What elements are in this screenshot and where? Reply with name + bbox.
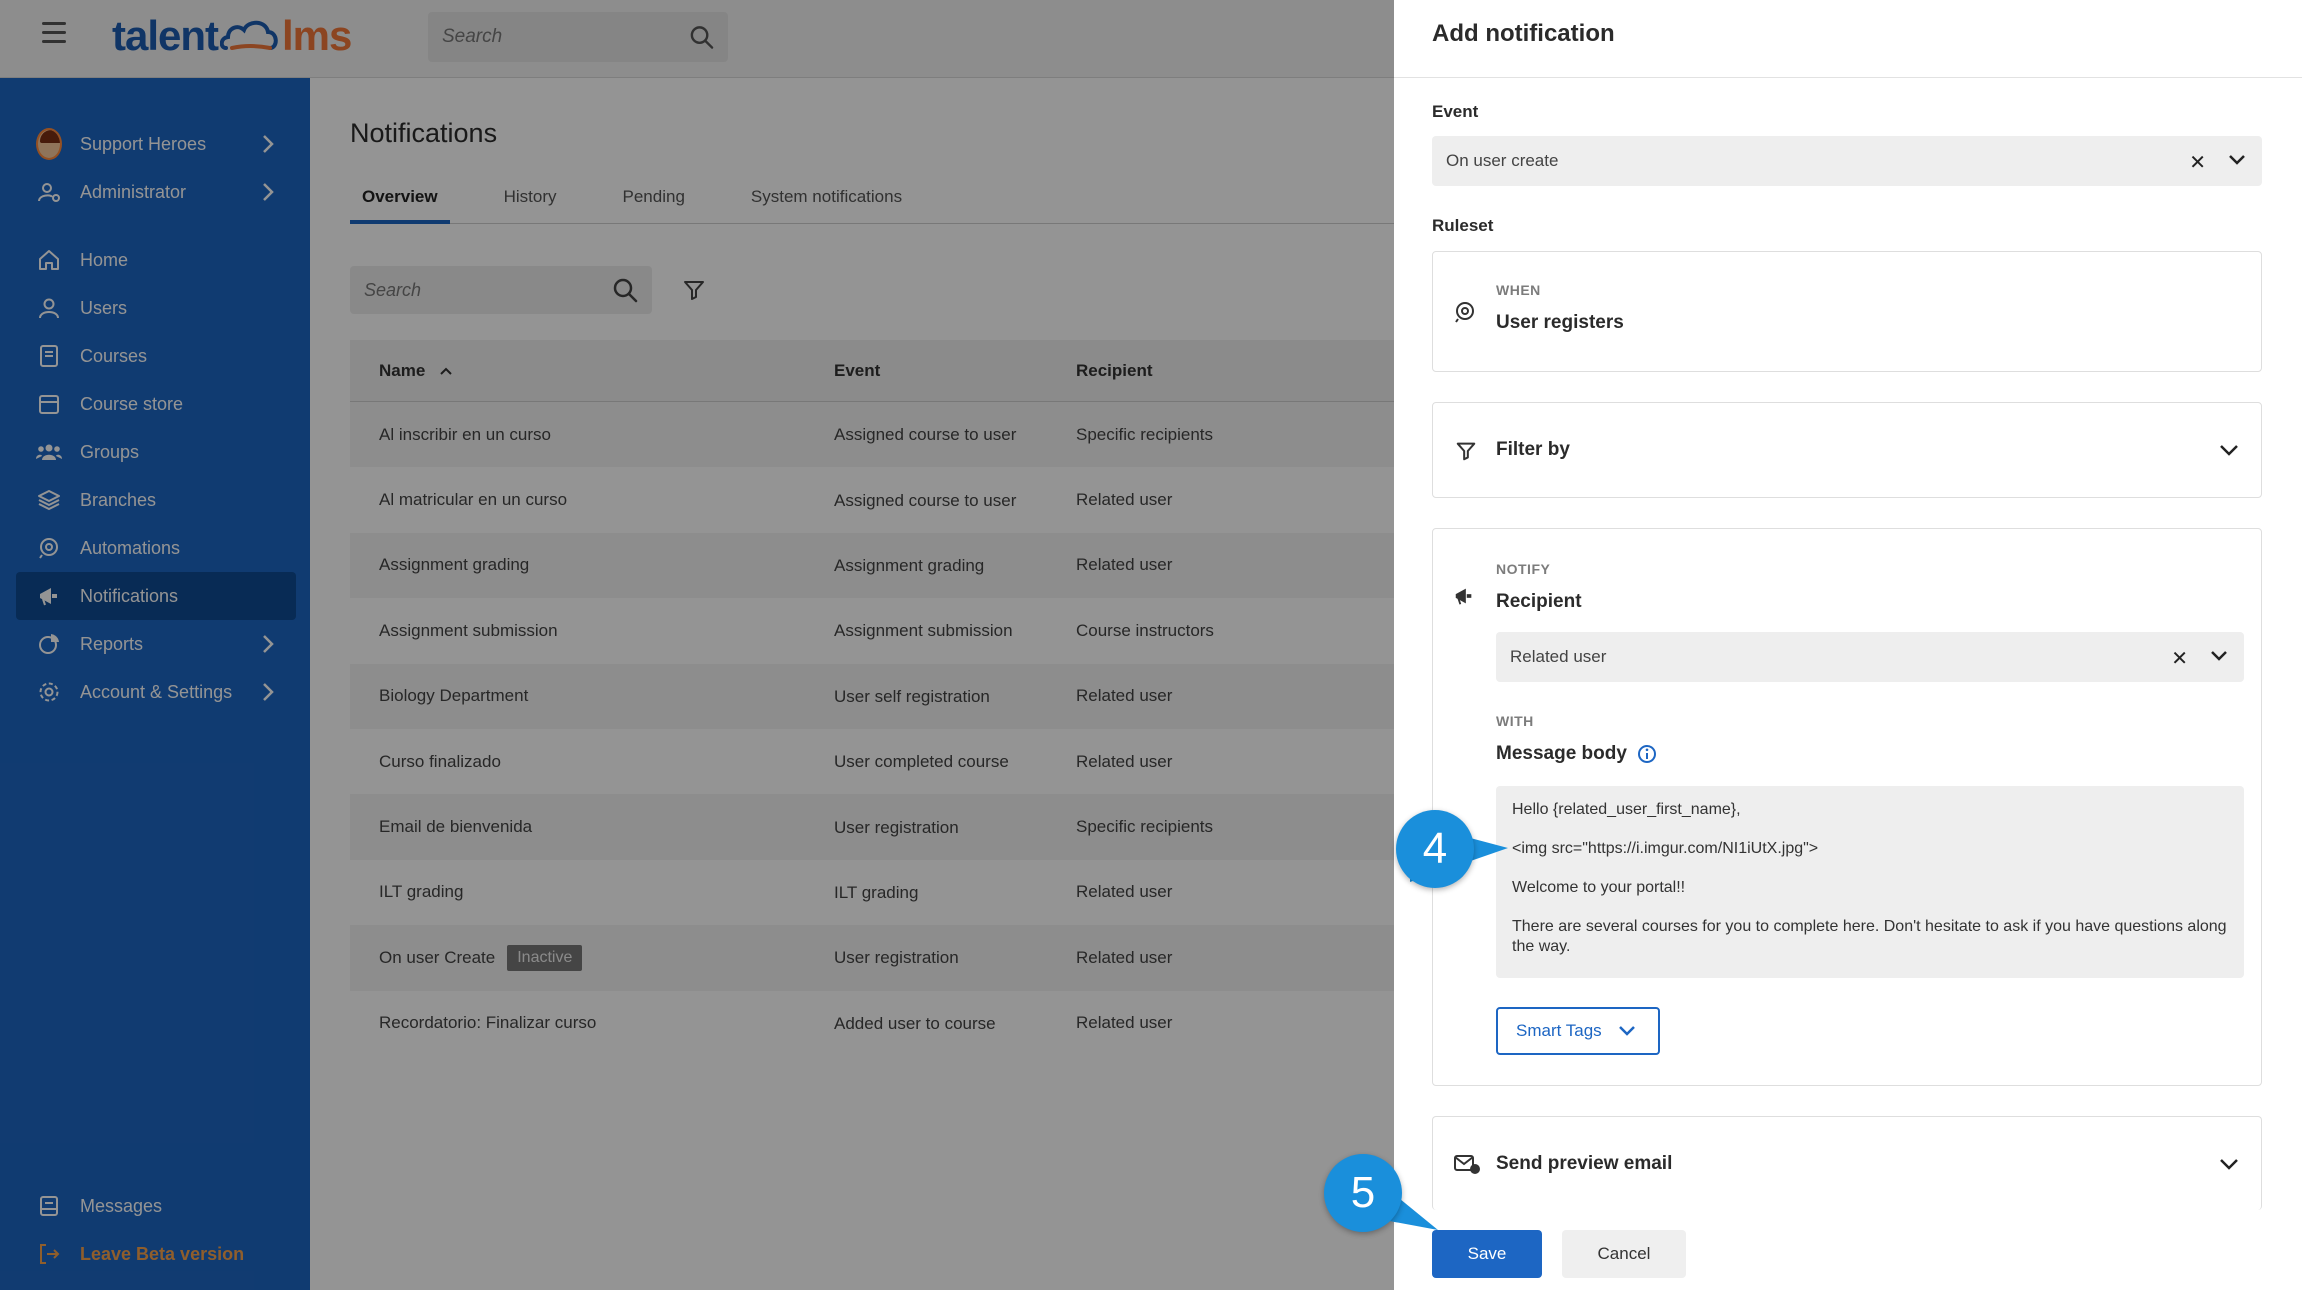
message-line: <img src="https://i.imgur.com/NI1iUtX.jp…: [1512, 840, 1819, 857]
modal-backdrop[interactable]: [0, 0, 1394, 1290]
smart-tags-dropdown[interactable]: Smart Tags: [1496, 1007, 1660, 1055]
megaphone-icon: [1455, 588, 1472, 605]
chevron-down-icon[interactable]: [2228, 153, 2246, 167]
clear-icon[interactable]: ✕: [2171, 646, 2188, 671]
ruleset-label: Ruleset: [1432, 216, 1494, 235]
cancel-button[interactable]: Cancel: [1562, 1230, 1686, 1278]
notify-caption: NOTIFY: [1496, 561, 1551, 577]
chevron-down-icon[interactable]: [2210, 649, 2228, 663]
message-line: Welcome to your portal!!: [1512, 879, 1686, 896]
filter-by-section[interactable]: Filter by: [1432, 402, 2262, 498]
message-line: There are several courses for you to com…: [1512, 918, 2227, 955]
info-icon[interactable]: [1637, 744, 1657, 764]
automation-icon: [1455, 302, 1474, 323]
message-body-editor[interactable]: Hello {related_user_first_name}, <img sr…: [1496, 786, 2244, 978]
save-button[interactable]: Save: [1432, 1230, 1542, 1278]
when-caption: WHEN: [1496, 282, 1541, 298]
chevron-down-icon[interactable]: [2219, 1157, 2239, 1171]
recipient-select-value: Related user: [1510, 647, 1607, 666]
drawer-title: Add notification: [1394, 0, 2302, 78]
when-value: User registers: [1496, 312, 1624, 333]
recipient-select[interactable]: Related user ✕: [1496, 632, 2244, 682]
message-line: Hello {related_user_first_name},: [1512, 801, 1741, 818]
clear-icon[interactable]: ✕: [2189, 150, 2206, 175]
filter-icon: [1456, 442, 1476, 461]
event-select[interactable]: On user create ✕: [1432, 136, 2262, 186]
chevron-down-icon: [1618, 1026, 1635, 1036]
send-preview-section[interactable]: Send preview email: [1432, 1116, 2262, 1210]
email-preview-icon: [1454, 1155, 1480, 1174]
recipient-label: Recipient: [1496, 591, 1582, 612]
event-select-value: On user create: [1446, 151, 1559, 170]
ruleset-when-card[interactable]: WHEN User registers: [1432, 251, 2262, 372]
send-preview-label: Send preview email: [1496, 1153, 1673, 1174]
message-body-label: Message body: [1496, 743, 1657, 765]
with-caption: WITH: [1496, 713, 1534, 729]
step-4-badge: 4: [1396, 810, 1474, 888]
step-5-badge: 5: [1324, 1154, 1402, 1232]
chevron-down-icon[interactable]: [2219, 443, 2239, 457]
add-notification-drawer: Add notification Event On user create ✕ …: [1394, 0, 2302, 1290]
filter-by-label: Filter by: [1496, 439, 1570, 460]
event-label: Event: [1432, 102, 1479, 121]
